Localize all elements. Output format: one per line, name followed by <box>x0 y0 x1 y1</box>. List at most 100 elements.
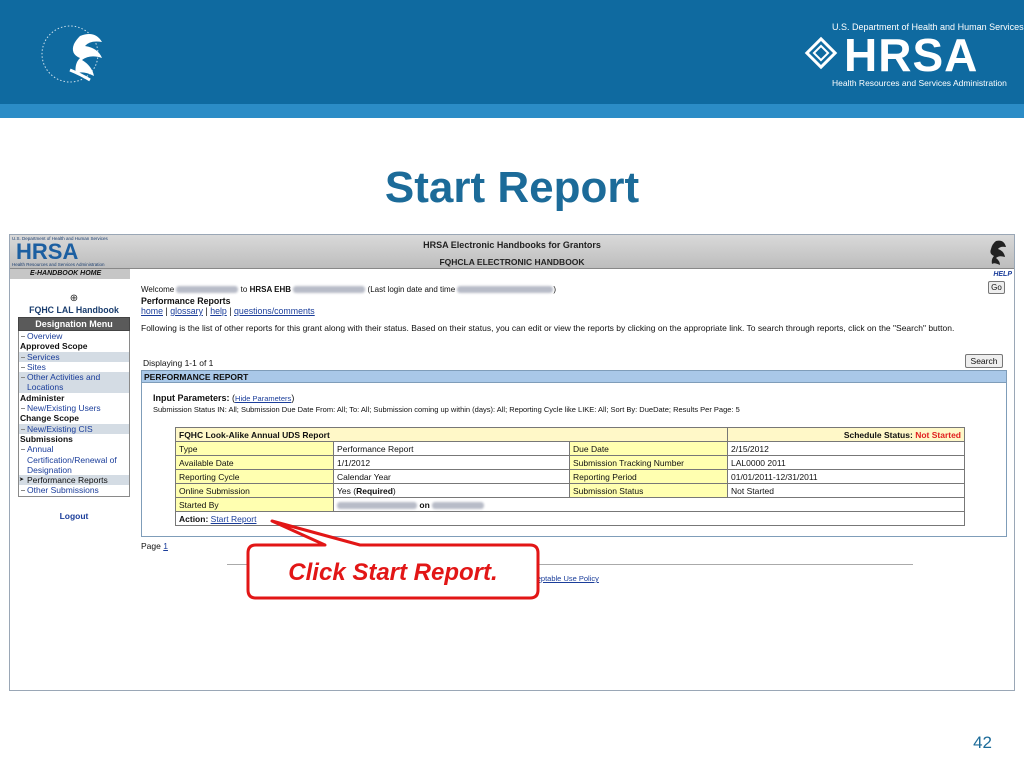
nav-item-other-activities[interactable]: Other Activities and Locations <box>19 372 129 393</box>
nav-menu-head: Designation Menu <box>18 317 130 331</box>
report-name: FQHC Look-Alike Annual UDS Report <box>175 427 728 442</box>
nav-item-overview[interactable]: Overview <box>19 331 129 341</box>
table-row: Type Performance Report Due Date 2/15/20… <box>175 441 965 456</box>
page-1-link[interactable]: 1 <box>163 541 168 551</box>
panel-header: PERFORMANCE REPORT <box>142 371 1006 383</box>
app-header: U.S. Department of Health and Human Serv… <box>10 235 1014 269</box>
table-row: Available Date 1/1/2012 Submission Track… <box>175 455 965 470</box>
pagination: Page 1 <box>141 541 168 551</box>
hhs-eagle-icon <box>990 240 1006 265</box>
nav-item-performance-reports[interactable]: Performance Reports <box>19 475 129 486</box>
input-params-label: Input Parameters: <box>153 393 230 403</box>
link-separator: | <box>229 306 232 316</box>
handbook-home-link[interactable]: E-HANDBOOK HOME <box>10 269 130 279</box>
input-parameters: Input Parameters: (Hide Parameters) <box>153 393 295 403</box>
nav-section-approved-scope: Approved Scope <box>20 341 88 352</box>
action-cell: Action: Start Report <box>175 511 965 526</box>
table-row: Online Submission Yes (Required) Submiss… <box>175 483 965 498</box>
glossary-link[interactable]: glossary <box>170 306 203 316</box>
welcome-ehb: HRSA EHB <box>249 285 292 294</box>
welcome-last-login: (Last login date and time <box>367 285 456 294</box>
help-page-link[interactable]: help <box>210 306 227 316</box>
row-label: Type <box>175 441 334 456</box>
table-row: Started By on <box>175 497 965 512</box>
redacted-started-by <box>337 501 417 509</box>
tracking-number: LAL0000 2011 <box>727 455 965 470</box>
row-value: 2/15/2012 <box>727 441 965 456</box>
slide-number: 42 <box>973 733 992 752</box>
row-label: Reporting Period <box>569 469 728 484</box>
hhs-eagle-logo-icon <box>41 25 102 83</box>
row-label: Available Date <box>175 455 334 470</box>
hrsa-tagline-bottom: Health Resources and Services Administra… <box>832 78 1007 88</box>
questions-link[interactable]: questions/comments <box>234 306 315 316</box>
nav-handbook-title: FQHC LAL Handbook <box>29 305 119 315</box>
link-separator: | <box>165 306 168 316</box>
hrsa-logo: U.S. Department of Health and Human Serv… <box>800 18 1024 92</box>
hrsa-wordmark: HRSA <box>844 29 979 81</box>
nav-item-other-submissions[interactable]: Other Submissions <box>19 485 129 495</box>
nav-section-administer: Administer <box>20 392 65 403</box>
schedule-status-value: Not Started <box>915 429 961 440</box>
nav-item-services[interactable]: Services <box>19 351 129 362</box>
table-row: Action: Start Report <box>175 511 965 526</box>
report-table: FQHC Look-Alike Annual UDS Report Schedu… <box>175 427 965 526</box>
welcome-prefix: Welcome <box>141 285 175 294</box>
search-button[interactable]: Search <box>965 354 1003 368</box>
link-separator: | <box>205 306 208 316</box>
nav-item-new-existing-cis[interactable]: New/Existing CIS <box>19 423 129 434</box>
intro-text: Following is the list of other reports f… <box>141 323 955 333</box>
nav-section-change-scope: Change Scope <box>20 413 80 424</box>
app-screenshot: U.S. Department of Health and Human Serv… <box>9 234 1015 691</box>
displaying-count: Displaying 1-1 of 1 <box>143 358 214 368</box>
go-button[interactable]: Go <box>988 281 1005 294</box>
started-by-value: on <box>333 497 965 512</box>
online-submission-required: Required <box>356 485 393 496</box>
redacted-environment <box>293 286 366 294</box>
row-value: Calendar Year <box>333 469 570 484</box>
redacted-started-date <box>432 501 485 509</box>
nav-menu: Overview Approved Scope Services Sites O… <box>18 331 130 497</box>
welcome-line: Welcome to HRSA EHB (Last login date and… <box>141 285 556 294</box>
online-submission-value: Yes (Required) <box>333 483 570 498</box>
hide-parameters-link[interactable]: Hide Parameters <box>235 394 291 403</box>
row-value: Performance Report <box>333 441 570 456</box>
page-title: Performance Reports <box>141 296 231 306</box>
nav-section-submissions: Submissions <box>20 433 73 444</box>
gear-icon[interactable]: ⊕ <box>18 293 130 305</box>
started-by-label: Started By <box>175 497 334 512</box>
schedule-status-label: Schedule Status: <box>843 429 913 440</box>
app-subtitle: FQHCLA ELECTRONIC HANDBOOK <box>439 257 585 267</box>
row-label: Submission Tracking Number <box>569 455 728 470</box>
nav-item-annual-certification[interactable]: Annual Certification/Renewal of Designat… <box>19 444 129 475</box>
schedule-status: Schedule Status: Not Started <box>727 427 965 442</box>
action-label: Action: <box>179 513 209 524</box>
app-title: HRSA Electronic Handbooks for Grantors <box>423 240 601 250</box>
slide-banner-stripe <box>0 104 1024 118</box>
table-row: Reporting Cycle Calendar Year Reporting … <box>175 469 965 484</box>
welcome-to: to <box>240 285 248 294</box>
online-submission-yes: Yes <box>337 485 351 496</box>
acceptable-use-policy-link[interactable]: ceptable Use Policy <box>533 574 599 583</box>
row-label: Online Submission <box>175 483 334 498</box>
redacted-user-name <box>176 286 239 294</box>
callout-text: Click Start Report. <box>288 559 498 586</box>
hrsa-knot-icon <box>804 36 838 70</box>
row-label: Submission Status <box>569 483 728 498</box>
nav-item-sites[interactable]: Sites <box>19 362 129 372</box>
home-link[interactable]: home <box>141 306 163 316</box>
start-report-link[interactable]: Start Report <box>211 514 257 524</box>
slide-title: Start Report <box>384 163 640 212</box>
left-navigation: ⊕ FQHC LAL Handbook Designation Menu Ove… <box>18 293 130 521</box>
parameters-summary: Submission Status IN: All; Submission Du… <box>153 405 740 414</box>
report-header-row: FQHC Look-Alike Annual UDS Report Schedu… <box>175 427 965 442</box>
row-value: Not Started <box>727 483 965 498</box>
row-value: 01/01/2011-12/31/2011 <box>727 469 965 484</box>
nav-item-new-existing-users[interactable]: New/Existing Users <box>19 403 129 413</box>
redacted-login-time <box>457 286 554 294</box>
top-links: home | glossary | help | questions/comme… <box>141 306 315 316</box>
started-on-label: on <box>419 499 430 510</box>
logout-link[interactable]: Logout <box>18 511 130 521</box>
help-link[interactable]: HELP <box>993 271 1012 278</box>
row-label: Reporting Cycle <box>175 469 334 484</box>
